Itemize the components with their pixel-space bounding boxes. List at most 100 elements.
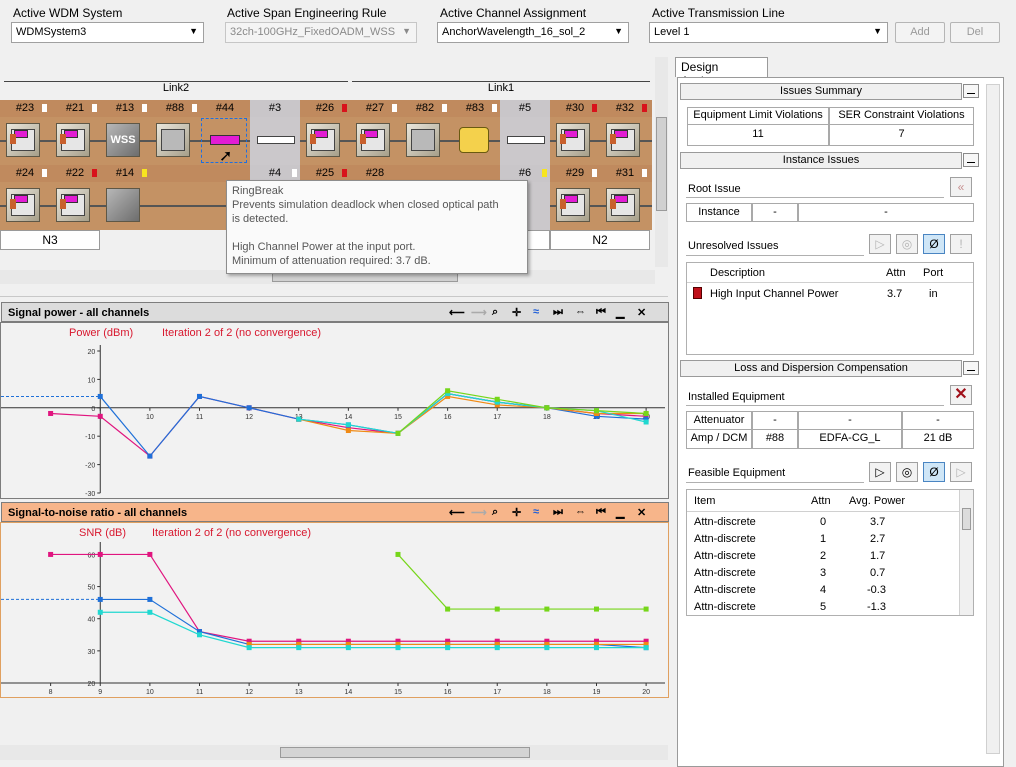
step-end-icon[interactable]: ⏭ bbox=[553, 306, 563, 319]
feasible-vscrollbar[interactable] bbox=[959, 490, 973, 615]
status-marker bbox=[342, 104, 347, 112]
amplifier-icon[interactable] bbox=[406, 123, 440, 157]
span-rule-select[interactable]: 32ch-100GHz_FixedOADM_WSS ▼ bbox=[225, 22, 417, 43]
attenuator-value: - bbox=[752, 411, 798, 430]
collapse-icon[interactable] bbox=[963, 361, 979, 375]
fiber-span-icon bbox=[507, 136, 545, 144]
back-icon[interactable]: ⟵ bbox=[449, 506, 465, 519]
table-row[interactable]: Attn-discrete 5 -1.3 bbox=[687, 600, 959, 615]
tab-design-assistant[interactable]: Design Assistant bbox=[675, 57, 768, 88]
data-point bbox=[147, 453, 153, 459]
dcm-filter-icon[interactable]: ◎ bbox=[896, 234, 918, 254]
trace-icon[interactable]: ≈ bbox=[533, 506, 539, 518]
attenuator-filter-icon[interactable]: Ø bbox=[923, 234, 945, 254]
close-icon[interactable]: ✕ bbox=[637, 306, 646, 319]
minimize-icon[interactable]: ▁ bbox=[616, 506, 624, 519]
issue-description[interactable]: High Input Channel Power bbox=[710, 288, 838, 300]
table-row[interactable]: Attn-discrete 0 3.7 bbox=[687, 515, 959, 532]
wdm-system-value: WDMSystem3 bbox=[16, 26, 87, 38]
status-marker bbox=[592, 169, 597, 177]
amplifier-icon[interactable] bbox=[156, 123, 190, 157]
pan-icon[interactable]: ✛ bbox=[512, 506, 521, 519]
oadm-icon[interactable] bbox=[56, 188, 90, 222]
table-row[interactable]: Attn-discrete 1 2.7 bbox=[687, 532, 959, 549]
oadm-icon[interactable] bbox=[556, 188, 590, 222]
transmission-line-select[interactable]: Level 1 ▼ bbox=[649, 22, 888, 43]
table-row[interactable]: Attn-discrete 3 0.7 bbox=[687, 566, 959, 583]
oadm-icon[interactable] bbox=[6, 188, 40, 222]
zoom-icon[interactable]: ⌕ bbox=[492, 506, 498, 519]
del-button[interactable]: Del bbox=[950, 22, 1000, 43]
amplifier-filter-icon[interactable]: ▷ bbox=[869, 462, 891, 482]
collapse-icon[interactable] bbox=[963, 84, 979, 98]
collapse-icon[interactable] bbox=[963, 153, 979, 167]
scroll-thumb[interactable] bbox=[280, 747, 530, 758]
status-marker bbox=[542, 169, 547, 177]
back-double-icon[interactable]: « bbox=[950, 177, 972, 197]
ringbreak-selection[interactable]: ➚ bbox=[201, 118, 247, 165]
amplifier-filter-icon[interactable]: ▷ bbox=[869, 234, 891, 254]
item-cell: Attn-discrete bbox=[694, 550, 756, 562]
main-hscrollbar[interactable] bbox=[0, 745, 668, 760]
forward-icon[interactable]: ⟶ bbox=[471, 506, 487, 519]
status-marker bbox=[292, 169, 297, 177]
data-point bbox=[643, 606, 649, 612]
zoom-icon[interactable]: ⌕ bbox=[492, 306, 498, 319]
oadm-icon[interactable] bbox=[606, 123, 640, 157]
error-icon bbox=[693, 287, 702, 299]
splitter-icon[interactable] bbox=[106, 188, 140, 222]
span-rule-value: 32ch-100GHz_FixedOADM_WSS bbox=[230, 26, 396, 38]
node-n3[interactable]: N3 bbox=[0, 230, 100, 250]
wdm-system-select[interactable]: WDMSystem3 ▼ bbox=[11, 22, 204, 43]
assistant-vscrollbar[interactable] bbox=[986, 84, 1000, 754]
transmission-line-value: Level 1 bbox=[654, 26, 690, 38]
oadm-icon[interactable] bbox=[356, 123, 390, 157]
scroll-thumb[interactable] bbox=[656, 117, 667, 211]
data-point bbox=[345, 428, 351, 434]
expand-icon[interactable]: ⇔ bbox=[575, 506, 586, 518]
x-tick-label: 11 bbox=[196, 414, 203, 421]
add-button[interactable]: Add bbox=[895, 22, 945, 43]
warning-filter-icon[interactable]: ! bbox=[950, 234, 972, 254]
table-row[interactable]: Attn-discrete 4 -0.3 bbox=[687, 583, 959, 600]
delete-icon[interactable]: ✕ bbox=[950, 385, 972, 405]
minimize-icon[interactable]: ▁ bbox=[616, 306, 624, 319]
oadm-icon[interactable] bbox=[556, 123, 590, 157]
oadm-icon[interactable] bbox=[56, 123, 90, 157]
status-marker bbox=[492, 104, 497, 112]
table-row[interactable]: Attn-discrete 2 1.7 bbox=[687, 549, 959, 566]
expand-icon[interactable]: ⇔ bbox=[575, 306, 586, 318]
oadm-icon[interactable] bbox=[606, 188, 640, 222]
pan-icon[interactable]: ✛ bbox=[512, 306, 521, 319]
step-end-icon[interactable]: ⏭ bbox=[553, 506, 563, 519]
ser-constraint-value: 7 bbox=[829, 125, 974, 146]
item-cell: Attn-discrete bbox=[694, 533, 756, 545]
step-start-icon[interactable]: ⏮ bbox=[596, 306, 606, 319]
trace-icon[interactable]: ≈ bbox=[533, 306, 539, 318]
item-cell: Attn-discrete bbox=[694, 584, 756, 596]
close-icon[interactable]: ✕ bbox=[637, 506, 646, 519]
power-cell: -1.3 bbox=[867, 601, 886, 613]
network-vscrollbar[interactable] bbox=[655, 57, 668, 267]
amp-dcm-type: EDFA-CG_L bbox=[798, 430, 902, 449]
step-start-icon[interactable]: ⏮ bbox=[596, 506, 606, 519]
channel-assignment-select[interactable]: AnchorWavelength_16_sol_2 ▼ bbox=[437, 22, 629, 43]
wss-icon[interactable]: WSS bbox=[106, 123, 140, 157]
attenuator-filter-icon[interactable]: Ø bbox=[923, 462, 945, 482]
dcm-icon[interactable] bbox=[459, 127, 489, 153]
oadm-icon[interactable] bbox=[306, 123, 340, 157]
forward-icon[interactable]: ⟶ bbox=[471, 306, 487, 319]
oadm-icon[interactable] bbox=[6, 123, 40, 157]
chevron-down-icon: ▼ bbox=[189, 26, 198, 36]
dcm-filter-icon[interactable]: ◎ bbox=[896, 462, 918, 482]
node-n2[interactable]: N2 bbox=[550, 230, 650, 250]
amp-filter-disabled-icon[interactable]: ▷ bbox=[950, 462, 972, 482]
scroll-thumb[interactable] bbox=[962, 508, 971, 530]
x-tick-label: 10 bbox=[146, 414, 154, 421]
data-point bbox=[544, 405, 550, 411]
back-icon[interactable]: ⟵ bbox=[449, 306, 465, 319]
divider bbox=[686, 482, 864, 483]
data-point bbox=[147, 551, 153, 557]
data-point bbox=[97, 609, 103, 615]
node-label: N3 bbox=[42, 233, 58, 247]
